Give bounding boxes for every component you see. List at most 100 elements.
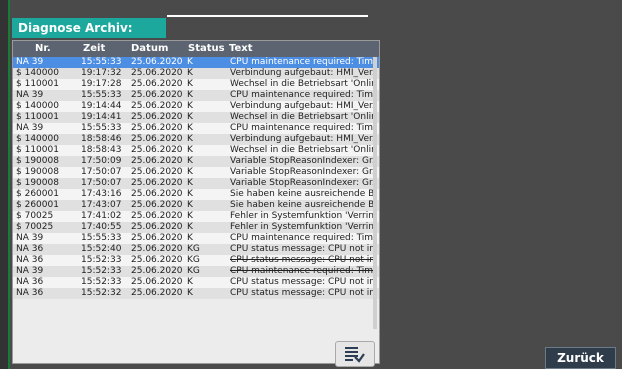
table-row[interactable]: $ 190008 17:50:07 25.06.2020 K Variable Stop… — [13, 167, 379, 178]
cell-zeit: 15:55:33 — [81, 233, 122, 243]
table-row[interactable]: NA 39 15:55:33 25.06.2020 K CPU maintenance … — [13, 57, 379, 68]
cell-datum: 25.06.2020 — [131, 288, 183, 298]
table-row[interactable]: $ 190008 17:50:07 25.06.2020 K Variable Stop… — [13, 178, 379, 189]
table-header: Nr. Zeit Datum Status Text — [13, 41, 379, 57]
table-row[interactable]: $ 140000 19:17:32 25.06.2020 K Verbindung au… — [13, 68, 379, 79]
header-datum[interactable]: Datum — [131, 43, 168, 54]
cell-nr: $ 70025 — [16, 211, 54, 221]
cell-datum: 25.06.2020 — [131, 233, 183, 243]
table-row[interactable]: NA 36 15:52:33 25.06.2020 K CPU status messa… — [13, 277, 379, 288]
cell-datum: 25.06.2020 — [131, 90, 183, 100]
cell-nr: $ 140000 — [16, 101, 59, 111]
table-row[interactable]: $ 190008 17:50:09 25.06.2020 K Variable Stop… — [13, 156, 379, 167]
back-button[interactable]: Zurück — [545, 347, 616, 369]
cell-text: CPU maintenance required: Tim... — [230, 123, 376, 133]
cell-status: K — [187, 57, 193, 67]
cell-datum: 25.06.2020 — [131, 266, 183, 276]
cell-zeit: 19:14:41 — [81, 112, 122, 122]
cell-datum: 25.06.2020 — [131, 68, 183, 78]
table-row[interactable]: $ 140000 19:14:44 25.06.2020 K Verbindung au… — [13, 101, 379, 112]
table-row[interactable]: $ 260001 17:43:07 25.06.2020 K Sie haben kei… — [13, 200, 379, 211]
cell-status: K — [187, 112, 193, 122]
cell-status: KG — [187, 244, 200, 254]
cell-nr: NA 39 — [16, 123, 44, 133]
alarm-table-body: NA 39 15:55:33 25.06.2020 K CPU maintenance … — [13, 57, 379, 299]
cell-datum: 25.06.2020 — [131, 277, 183, 287]
cell-status: K — [187, 123, 193, 133]
cell-zeit: 17:50:09 — [81, 156, 122, 166]
table-row[interactable]: $ 110001 19:14:41 25.06.2020 K Wechsel in di… — [13, 112, 379, 123]
cell-status: KG — [187, 255, 200, 265]
cell-nr: $ 110001 — [16, 112, 59, 122]
cell-status: K — [187, 156, 193, 166]
cell-text: Variable StopReasonIndexer: Gr... — [230, 156, 376, 166]
cell-text: Variable StopReasonIndexer: Gr... — [230, 178, 376, 188]
cell-nr: $ 140000 — [16, 68, 59, 78]
cell-status: K — [187, 200, 193, 210]
cell-nr: $ 110001 — [16, 145, 59, 155]
cell-status: K — [187, 178, 193, 188]
cell-datum: 25.06.2020 — [131, 145, 183, 155]
cell-text: CPU status message: CPU not in... — [230, 288, 376, 298]
cell-nr: NA 39 — [16, 266, 44, 276]
cell-status: K — [187, 233, 193, 243]
cell-nr: $ 190008 — [16, 178, 59, 188]
cell-text: Fehler in Systemfunktion 'Verrin... — [230, 222, 376, 232]
cell-text: CPU status message: CPU not in... — [230, 255, 376, 265]
cell-text: Sie haben keine ausreichende B... — [230, 200, 376, 210]
cell-nr: NA 36 — [16, 288, 44, 298]
header-divider — [167, 15, 368, 17]
table-row[interactable]: $ 70025 17:41:02 25.06.2020 K Fehler in Syst… — [13, 211, 379, 222]
export-button[interactable] — [335, 341, 375, 367]
cell-nr: $ 110001 — [16, 79, 59, 89]
cell-nr: $ 260001 — [16, 200, 59, 210]
cell-zeit: 17:43:16 — [81, 189, 122, 199]
cell-nr: $ 190008 — [16, 156, 59, 166]
cell-status: K — [187, 222, 193, 232]
cell-datum: 25.06.2020 — [131, 255, 183, 265]
header-zeit[interactable]: Zeit — [83, 43, 105, 54]
cell-status: K — [187, 189, 193, 199]
cell-zeit: 15:52:40 — [81, 244, 122, 254]
accent-bar — [8, 0, 10, 369]
cell-zeit: 18:58:46 — [81, 134, 122, 144]
cell-zeit: 17:50:07 — [81, 178, 122, 188]
cell-nr: NA 36 — [16, 255, 44, 265]
cell-status: K — [187, 145, 193, 155]
cell-zeit: 19:17:32 — [81, 68, 122, 78]
cell-nr: NA 39 — [16, 90, 44, 100]
cell-datum: 25.06.2020 — [131, 200, 183, 210]
cell-datum: 25.06.2020 — [131, 189, 183, 199]
table-row[interactable]: NA 36 15:52:32 25.06.2020 K CPU status messa… — [13, 288, 379, 299]
cell-datum: 25.06.2020 — [131, 134, 183, 144]
cell-datum: 25.06.2020 — [131, 112, 183, 122]
table-row[interactable]: $ 110001 19:17:28 25.06.2020 K Wechsel in di… — [13, 79, 379, 90]
table-row[interactable]: $ 110001 18:58:43 25.06.2020 K Wechsel in di… — [13, 145, 379, 156]
table-row[interactable]: NA 39 15:55:33 25.06.2020 K CPU maintenance … — [13, 123, 379, 134]
table-row[interactable]: NA 39 15:52:33 25.06.2020 KG CPU maintenance… — [13, 266, 379, 277]
cell-nr: $ 260001 — [16, 189, 59, 199]
table-row[interactable]: $ 260001 17:43:16 25.06.2020 K Sie haben kei… — [13, 189, 379, 200]
table-row[interactable]: NA 36 15:52:33 25.06.2020 KG CPU status mess… — [13, 255, 379, 266]
table-row[interactable]: $ 140000 18:58:46 25.06.2020 K Verbindung au… — [13, 134, 379, 145]
header-text[interactable]: Text — [229, 43, 253, 54]
cell-status: K — [187, 79, 193, 89]
cell-zeit: 19:17:28 — [81, 79, 122, 89]
table-row[interactable]: $ 70025 17:40:55 25.06.2020 K Fehler in Syst… — [13, 222, 379, 233]
table-row[interactable]: NA 39 15:55:33 25.06.2020 K CPU maintenance … — [13, 90, 379, 101]
header-status[interactable]: Status — [188, 43, 225, 54]
cell-datum: 25.06.2020 — [131, 79, 183, 89]
cell-status: K — [187, 211, 193, 221]
cell-text: Sie haben keine ausreichende B... — [230, 189, 376, 199]
cell-datum: 25.06.2020 — [131, 222, 183, 232]
cell-datum: 25.06.2020 — [131, 57, 183, 67]
table-row[interactable]: NA 39 15:55:33 25.06.2020 K CPU maintenance … — [13, 233, 379, 244]
cell-text: Fehler in Systemfunktion 'Verrin... — [230, 211, 376, 221]
table-scrollbar[interactable] — [373, 57, 377, 329]
table-row[interactable]: NA 36 15:52:40 25.06.2020 KG CPU status mess… — [13, 244, 379, 255]
cell-status: K — [187, 167, 193, 177]
header-nr[interactable]: Nr. — [35, 43, 51, 54]
cell-datum: 25.06.2020 — [131, 178, 183, 188]
cell-zeit: 15:52:33 — [81, 255, 122, 265]
cell-nr: NA 36 — [16, 277, 44, 287]
